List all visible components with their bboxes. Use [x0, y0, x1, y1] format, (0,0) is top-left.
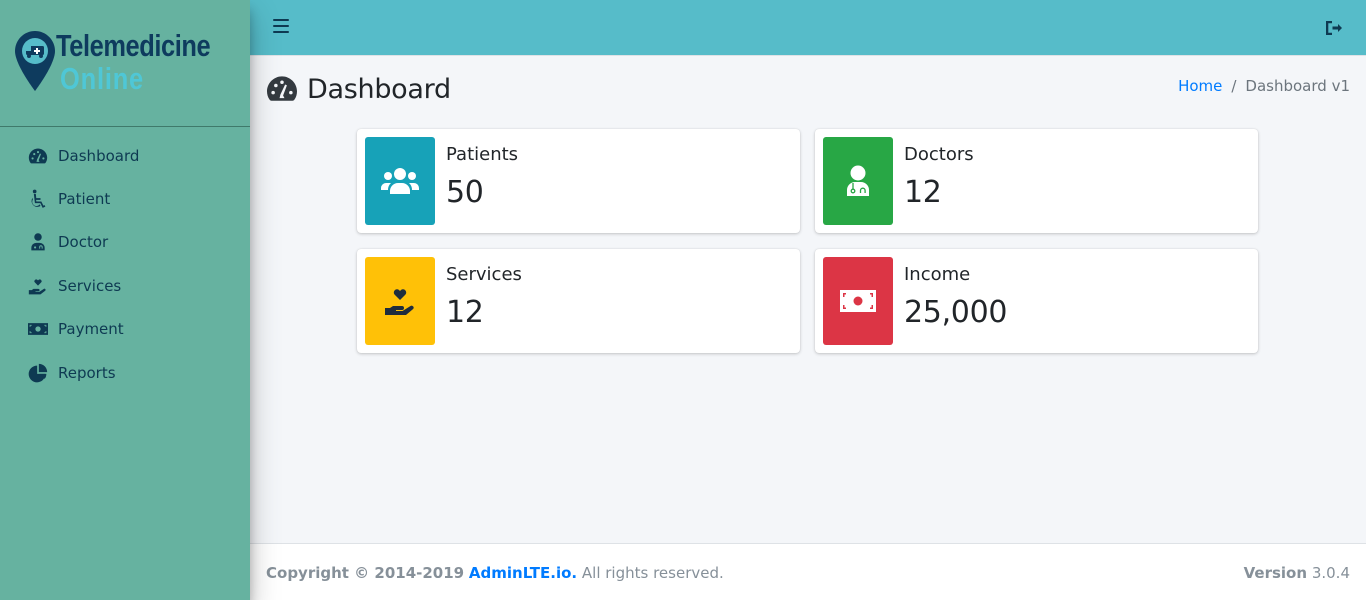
- bars-icon[interactable]: [273, 19, 289, 35]
- sidebar-item-label: Payment: [58, 320, 124, 339]
- sidebar: Telemedicine Online Dashboard Patient Do…: [0, 0, 250, 600]
- brand-logo[interactable]: Telemedicine Online: [0, 0, 250, 127]
- sidebar-item-reports[interactable]: Reports: [0, 351, 250, 394]
- sidebar-item-label: Reports: [58, 363, 116, 382]
- sign-out-icon[interactable]: [1325, 20, 1343, 36]
- adminlte-link[interactable]: AdminLTE.io.: [469, 564, 577, 582]
- sidebar-item-dashboard[interactable]: Dashboard: [0, 134, 250, 177]
- sidebar-item-label: Dashboard: [58, 146, 140, 165]
- info-box-label: Patients: [446, 144, 519, 165]
- page-title: Dashboard: [265, 74, 451, 105]
- info-box-patients[interactable]: Patients 50: [357, 129, 800, 233]
- info-box-label: Income: [904, 264, 971, 285]
- info-box-value: 12: [446, 295, 484, 330]
- footer: Copyright © 2014-2019 AdminLTE.io. All r…: [250, 543, 1366, 600]
- breadcrumb-current: Dashboard v1: [1245, 77, 1350, 95]
- sidebar-item-doctor[interactable]: Doctor: [0, 221, 250, 264]
- top-navbar: [250, 0, 1366, 56]
- sidebar-item-patient[interactable]: Patient: [0, 177, 250, 220]
- users-icon: [365, 137, 435, 225]
- tachometer-icon: [27, 146, 49, 166]
- user-doctor-icon: [823, 137, 893, 225]
- version-value: 3.0.4: [1311, 564, 1350, 582]
- sidebar-nav: Dashboard Patient Doctor Services Paymen…: [0, 127, 250, 394]
- brand-name: Telemedicine: [56, 28, 211, 63]
- page-heading: Dashboard: [307, 74, 451, 105]
- sidebar-item-label: Doctor: [58, 233, 109, 252]
- user-doctor-icon: [27, 232, 49, 252]
- breadcrumb-separator: /: [1231, 77, 1237, 95]
- info-box-value: 25,000: [904, 295, 1008, 330]
- sidebar-item-label: Patient: [58, 190, 111, 209]
- brand-subname: Online: [60, 61, 145, 96]
- footer-copyright: Copyright © 2014-2019 AdminLTE.io. All r…: [266, 564, 724, 582]
- hand-holding-heart-icon: [365, 257, 435, 345]
- info-box-services[interactable]: Services 12: [357, 249, 800, 353]
- copyright-text: Copyright © 2014-2019: [266, 564, 465, 582]
- breadcrumb-home-link[interactable]: Home: [1178, 77, 1222, 95]
- info-box-label: Services: [446, 264, 522, 285]
- money-bill-icon: [27, 319, 49, 339]
- hand-holding-heart-icon: [27, 276, 49, 296]
- sidebar-item-label: Services: [58, 276, 122, 295]
- breadcrumb: Home / Dashboard v1: [1178, 77, 1350, 95]
- info-box-value: 50: [446, 175, 484, 210]
- map-pin-ambulance-icon: [15, 31, 55, 91]
- info-box-value: 12: [904, 175, 942, 210]
- footer-version: Version 3.0.4: [1244, 564, 1350, 582]
- wheelchair-icon: [27, 189, 49, 209]
- version-label: Version: [1243, 564, 1308, 582]
- info-box-income[interactable]: Income 25,000: [815, 249, 1258, 353]
- tachometer-icon: [267, 75, 297, 101]
- chart-pie-icon: [27, 363, 49, 383]
- sidebar-item-services[interactable]: Services: [0, 264, 250, 307]
- info-box-label: Doctors: [904, 144, 974, 165]
- rights-text: All rights reserved.: [581, 564, 724, 582]
- money-bill-icon: [823, 257, 893, 345]
- info-box-doctors[interactable]: Doctors 12: [815, 129, 1258, 233]
- sidebar-item-payment[interactable]: Payment: [0, 308, 250, 351]
